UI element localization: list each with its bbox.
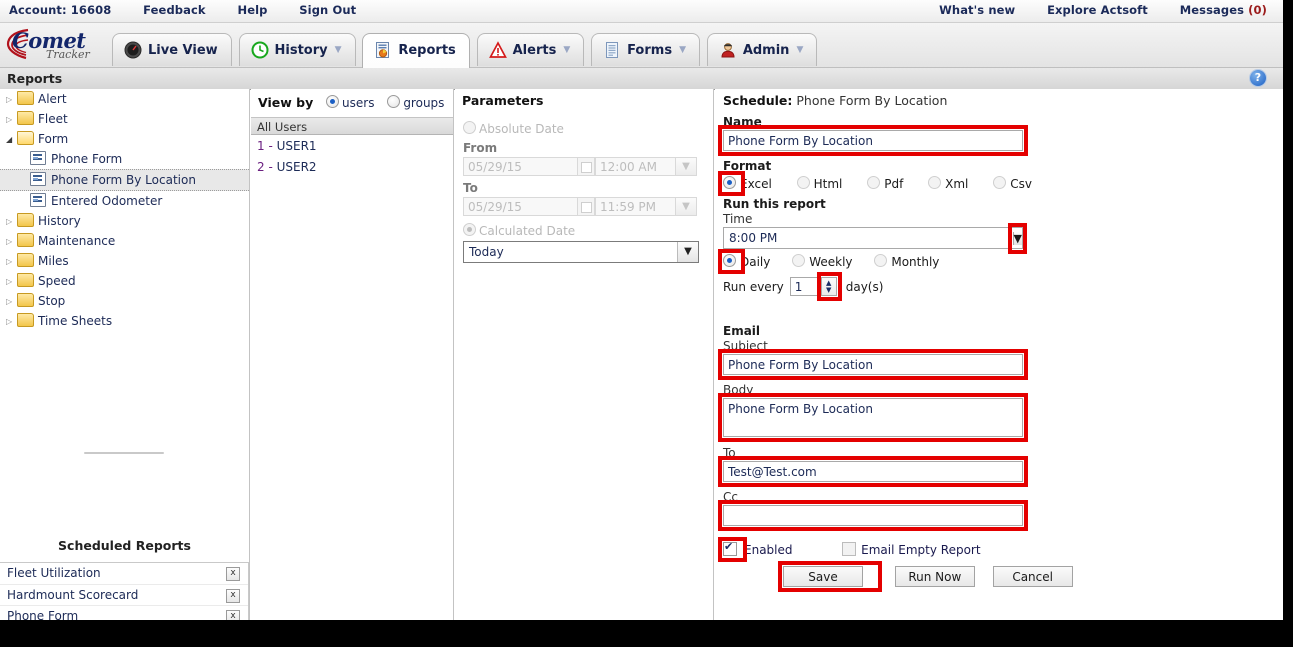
frame-bottom-edge (0, 620, 1288, 642)
tab-reports[interactable]: Reports (362, 33, 470, 68)
tab-reports-label: Reports (398, 43, 456, 58)
window-frame (0, 0, 1293, 647)
frame-right-edge (1283, 0, 1293, 640)
report-icon (376, 42, 390, 58)
